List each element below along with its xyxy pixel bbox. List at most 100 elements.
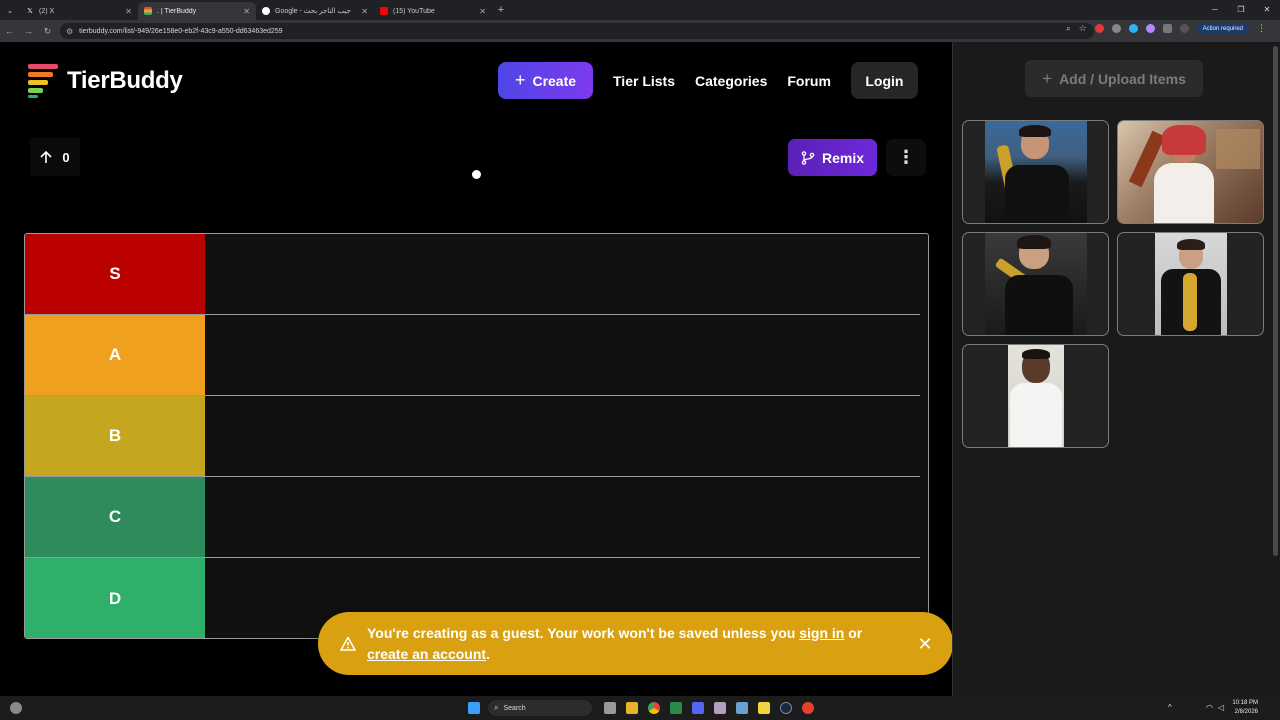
sign-in-link[interactable]: sign in <box>799 625 844 641</box>
item-photo <box>1154 233 1227 335</box>
wifi-icon[interactable]: ◠ <box>1206 703 1213 712</box>
tier-drop-zone[interactable] <box>205 396 920 476</box>
nav-forum[interactable]: Forum <box>787 73 831 89</box>
sidebar-scrollbar[interactable] <box>1273 46 1278 556</box>
close-window-icon[interactable]: ✕ <box>1254 0 1280 20</box>
close-tab-icon[interactable]: ✕ <box>361 7 368 16</box>
remix-button[interactable]: Remix <box>788 139 877 176</box>
tier-item-card[interactable] <box>1117 120 1264 224</box>
tier-drop-zone[interactable] <box>205 234 920 314</box>
brand-name: TierBuddy <box>67 67 183 94</box>
back-icon[interactable]: ← <box>0 26 19 36</box>
tab-search-icon[interactable]: ⌄ <box>0 0 20 20</box>
youtube-icon <box>380 7 388 15</box>
tier-drop-zone[interactable] <box>205 477 920 557</box>
git-branch-icon <box>801 150 815 165</box>
browser-tab-x[interactable]: 𝕏 (2) X ✕ <box>20 2 138 20</box>
zoom-icon[interactable]: ⌕ <box>1066 24 1070 34</box>
extension-icon[interactable] <box>1145 24 1155 33</box>
widgets-icon[interactable] <box>10 702 22 714</box>
tier-row-a: A <box>25 315 920 396</box>
plus-icon: + <box>514 70 526 90</box>
login-button[interactable]: Login <box>850 62 918 99</box>
profile-avatar[interactable] <box>1179 24 1189 33</box>
app-icon[interactable] <box>802 702 814 714</box>
mouse-cursor <box>472 170 481 179</box>
site-info-icon[interactable]: ⚙ <box>66 27 73 36</box>
reload-icon[interactable]: ↻ <box>38 26 57 37</box>
plus-icon: + <box>1042 68 1053 88</box>
search-icon: ⌕ <box>494 703 499 712</box>
extension-icon[interactable] <box>1094 24 1104 33</box>
tier-row-b: B <box>25 396 920 477</box>
maximize-icon[interactable]: ❐ <box>1228 0 1254 20</box>
toast-message: You're creating as a guest. Your work wo… <box>367 624 863 662</box>
system-clock[interactable]: 10:18 PM 2/8/2026 <box>1232 699 1258 717</box>
volume-icon[interactable]: ◁ <box>1218 703 1224 712</box>
add-upload-items-button[interactable]: + Add / Upload Items <box>1025 60 1203 97</box>
item-photo <box>984 121 1087 223</box>
close-tab-icon[interactable]: ✕ <box>479 7 486 16</box>
task-view-icon[interactable] <box>604 702 616 714</box>
close-tab-icon[interactable]: ✕ <box>243 7 250 16</box>
file-explorer-icon[interactable] <box>626 702 638 714</box>
app-icon[interactable] <box>670 702 682 714</box>
guest-warning-toast: You're creating as a guest. Your work wo… <box>318 612 953 675</box>
action-required-badge[interactable]: Action required <box>1196 23 1249 34</box>
nav-tier-lists[interactable]: Tier Lists <box>613 73 675 89</box>
arrow-up-icon <box>40 150 52 163</box>
extension-icon[interactable] <box>1111 24 1121 33</box>
tray-chevron-icon[interactable]: ^ <box>1168 703 1172 712</box>
chrome-icon[interactable] <box>648 702 660 714</box>
tier-label[interactable]: D <box>25 558 205 638</box>
steam-icon[interactable] <box>780 702 792 714</box>
bookmark-star-icon[interactable]: ☆ <box>1079 23 1087 34</box>
tier-label[interactable]: A <box>25 315 205 395</box>
new-tab-button[interactable]: + <box>492 4 510 16</box>
create-account-link[interactable]: create an account <box>367 646 486 662</box>
items-panel: + Add / Upload Items <box>952 42 1280 696</box>
tier-label[interactable]: C <box>25 477 205 557</box>
site-logo[interactable]: TierBuddy <box>28 64 183 98</box>
tier-row-c: C <box>25 477 920 558</box>
url-field[interactable]: ⚙ tierbuddy.com/list/-949/26e158e0-eb2f-… <box>60 23 1094 39</box>
extension-icon[interactable] <box>1128 24 1138 33</box>
window-controls: ─ ❐ ✕ <box>1202 0 1280 20</box>
item-photo <box>984 233 1087 335</box>
discord-icon[interactable] <box>692 702 704 714</box>
tier-item-card[interactable] <box>962 344 1109 448</box>
minimize-icon[interactable]: ─ <box>1202 0 1228 20</box>
url-text: tierbuddy.com/list/-949/26e158e0-eb2f-43… <box>79 27 283 35</box>
tier-item-card[interactable] <box>962 232 1109 336</box>
tier-item-card[interactable] <box>1117 232 1264 336</box>
taskbar-search-field[interactable]: ⌕ Search <box>488 700 592 716</box>
tier-label[interactable]: B <box>25 396 205 476</box>
close-icon[interactable]: ✕ <box>917 635 933 653</box>
upvote-button[interactable]: 0 <box>30 138 80 176</box>
sticky-notes-icon[interactable] <box>758 702 770 714</box>
app-icon[interactable] <box>736 702 748 714</box>
tier-item-card[interactable] <box>962 120 1109 224</box>
browser-tab-google[interactable]: Google - جيب التاجر بحث ✕ <box>256 2 374 20</box>
forward-icon[interactable]: → <box>19 26 38 36</box>
close-tab-icon[interactable]: ✕ <box>125 7 132 16</box>
app-icon[interactable] <box>714 702 726 714</box>
tier-row-s: S <box>25 234 920 315</box>
x-icon: 𝕏 <box>27 8 33 15</box>
warning-icon <box>340 636 356 651</box>
tier-label[interactable]: S <box>25 234 205 314</box>
start-windows-icon[interactable] <box>468 702 480 714</box>
tier-drop-zone[interactable] <box>205 315 920 395</box>
browser-tab-tierbuddy[interactable]: . | TierBuddy ✕ <box>138 2 256 20</box>
more-options-button[interactable]: ⋮ <box>886 139 926 176</box>
top-nav: + Create Tier Lists Categories Forum Log… <box>498 62 918 99</box>
browser-tab-youtube[interactable]: (15) YouTube ✕ <box>374 2 492 20</box>
nav-categories[interactable]: Categories <box>695 73 767 89</box>
main-content: TierBuddy + Create Tier Lists Categories… <box>0 42 953 696</box>
os-taskbar: ⌕ Search ^ ◠ ◁ 10:18 PM 2/8/2026 <box>0 696 1280 720</box>
address-bar-row: ← → ↻ ⚙ tierbuddy.com/list/-949/26e158e0… <box>0 20 1280 42</box>
create-button[interactable]: + Create <box>498 62 593 99</box>
puzzle-icon[interactable] <box>1162 24 1172 33</box>
menu-dots-icon[interactable]: ⋮ <box>1257 23 1266 34</box>
item-photo <box>1118 121 1263 223</box>
